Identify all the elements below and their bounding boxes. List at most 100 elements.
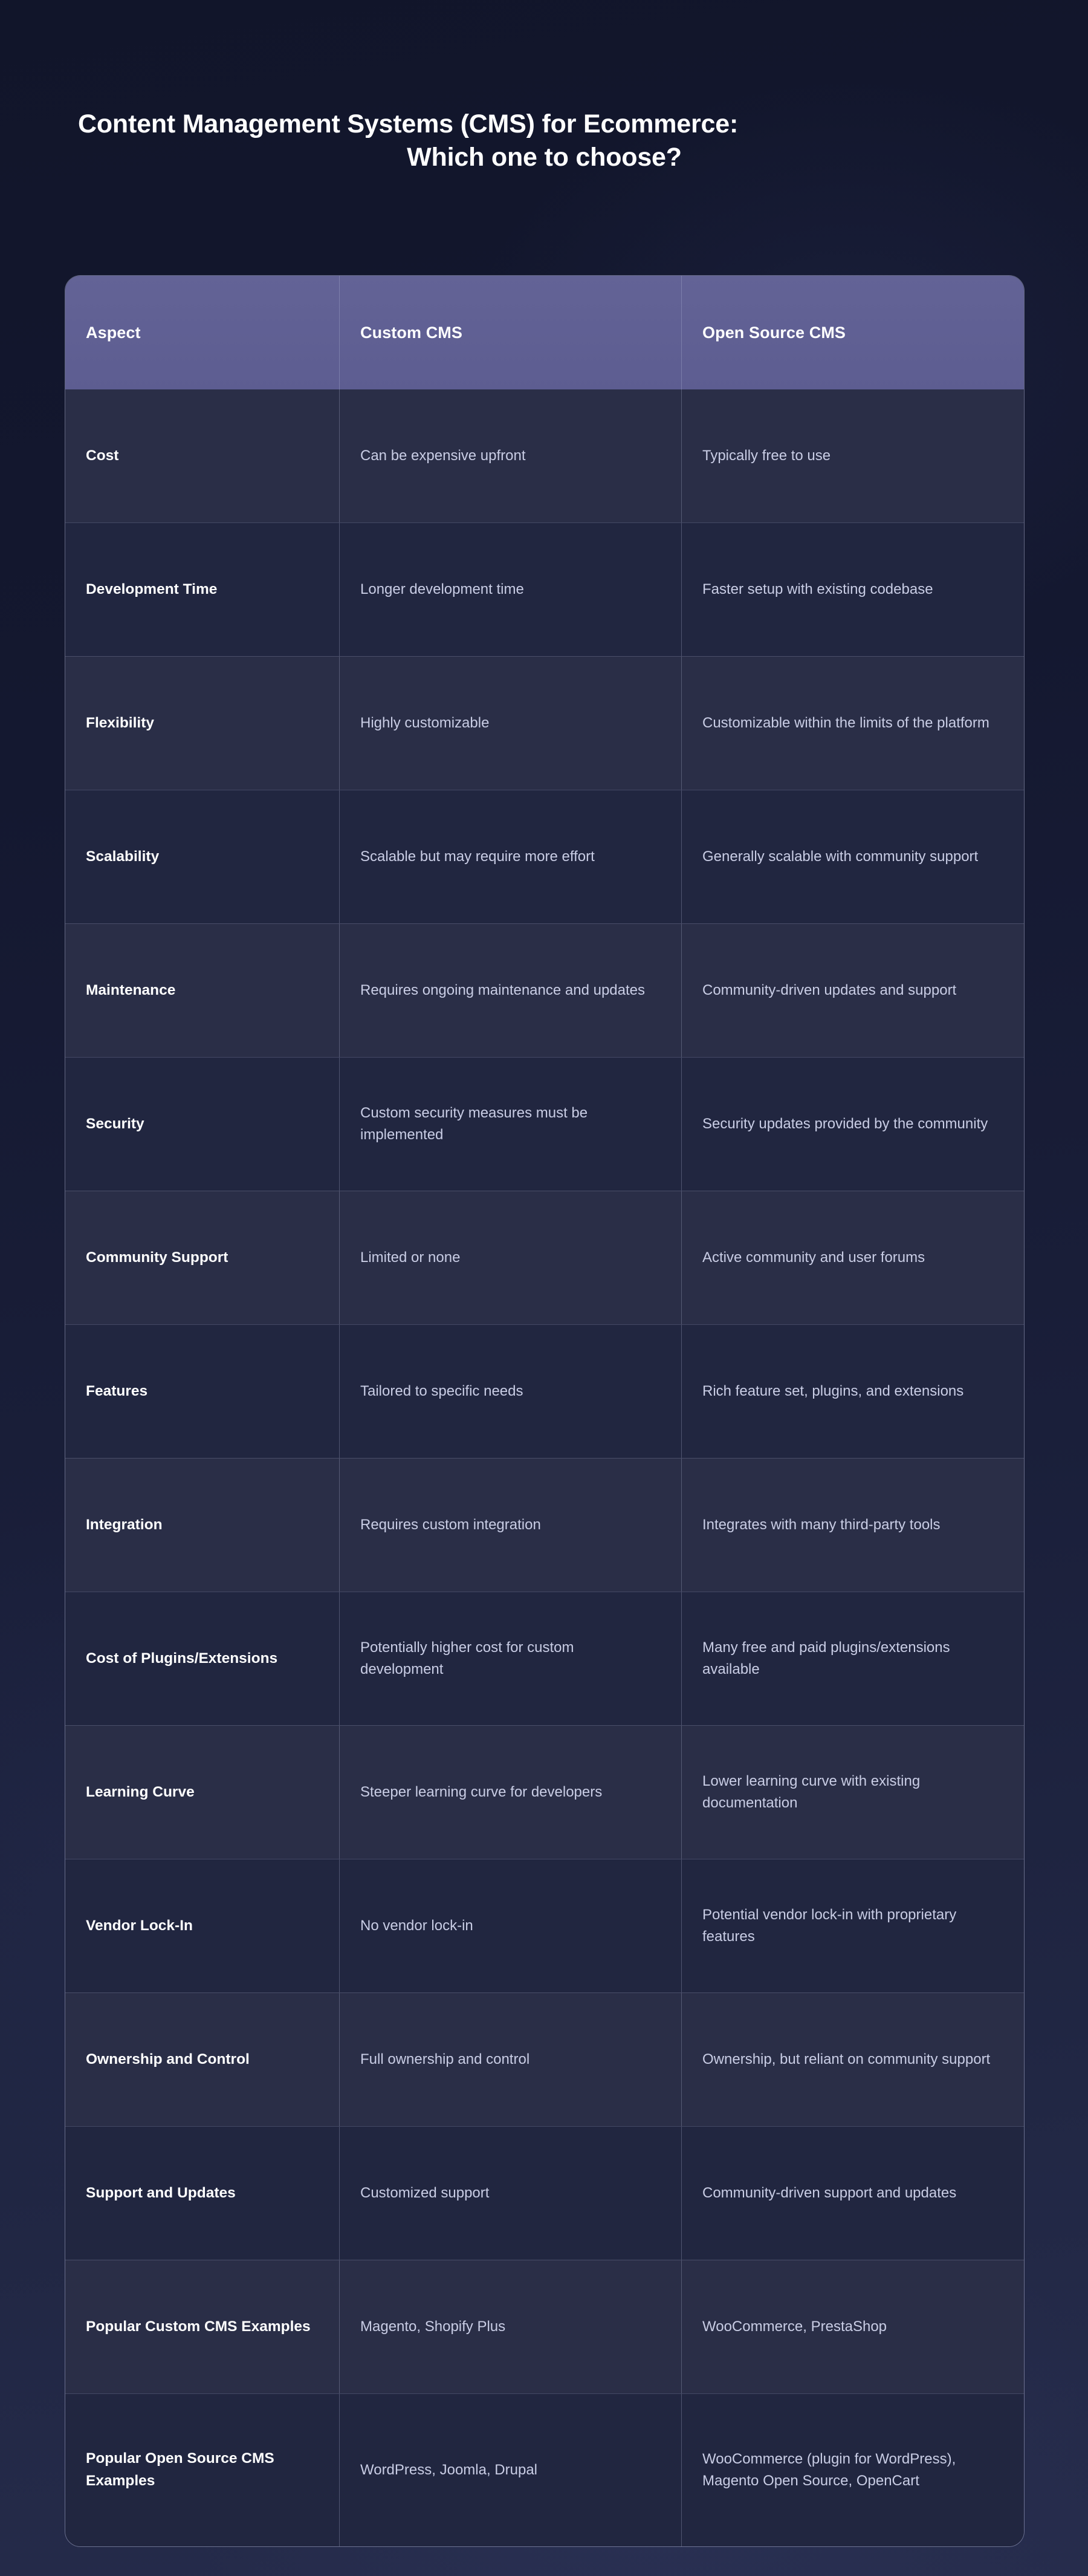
table-cell-open-source-cms-value: Typically free to use — [702, 447, 831, 464]
table-row: Integration Requires custom integration In… — [65, 1458, 1024, 1592]
table-cell-open-source-cms: Integrates with many third-party tools — [681, 1459, 1024, 1592]
table-cell-custom-cms: Requires ongoing maintenance and updates — [339, 924, 681, 1057]
table-cell-aspect-label: Ownership and Control — [86, 2051, 250, 2067]
table-cell-custom-cms-value: Highly customizable — [360, 714, 490, 731]
table-cell-aspect: Integration — [65, 1459, 339, 1592]
table-cell-aspect: Support and Updates — [65, 2127, 339, 2260]
table-cell-custom-cms: Steeper learning curve for developers — [339, 1726, 681, 1859]
table-cell-custom-cms: Scalable but may require more effort — [339, 790, 681, 923]
table-row: Maintenance Requires ongoing maintenance … — [65, 923, 1024, 1057]
table-cell-custom-cms-value: Customized support — [360, 2184, 490, 2201]
table-cell-aspect: Cost — [65, 389, 339, 522]
table-cell-custom-cms-value: No vendor lock-in — [360, 1917, 473, 1934]
column-header-open-source-cms-label: Open Source CMS — [702, 323, 846, 342]
table-row: Security Custom security measures must be… — [65, 1057, 1024, 1191]
table-cell-open-source-cms: Rich feature set, plugins, and extension… — [681, 1325, 1024, 1458]
table-cell-open-source-cms-value: Lower learning curve with existing docum… — [702, 1772, 921, 1811]
comparison-table: Aspect Custom CMS Open Source CMS Cost Ca… — [65, 275, 1025, 2547]
table-cell-aspect-label: Popular Custom CMS Examples — [86, 2318, 311, 2335]
table-cell-custom-cms: Potentially higher cost for custom devel… — [339, 1592, 681, 1725]
table-cell-open-source-cms: Ownership, but reliant on community supp… — [681, 1993, 1024, 2126]
table-cell-open-source-cms: Lower learning curve with existing docum… — [681, 1726, 1024, 1859]
table-cell-open-source-cms-value: Community-driven updates and support — [702, 981, 957, 998]
table-cell-custom-cms-value: Steeper learning curve for developers — [360, 1783, 603, 1800]
table-row: Features Tailored to specific needs Rich f… — [65, 1324, 1024, 1458]
table-cell-open-source-cms: WooCommerce, PrestaShop — [681, 2260, 1024, 2393]
table-cell-custom-cms: Full ownership and control — [339, 1993, 681, 2126]
table-cell-aspect-label: Flexibility — [86, 714, 155, 731]
table-cell-aspect-label: Cost of Plugins/Extensions — [86, 1650, 278, 1667]
table-cell-open-source-cms: Security updates provided by the communi… — [681, 1058, 1024, 1191]
table-cell-aspect-label: Maintenance — [86, 981, 176, 998]
table-cell-custom-cms-value: Custom security measures must be impleme… — [360, 1104, 588, 1143]
table-cell-open-source-cms: Potential vendor lock-in with proprietar… — [681, 1859, 1024, 1992]
table-cell-custom-cms: Tailored to specific needs — [339, 1325, 681, 1458]
table-header-cell-open-source-cms: Open Source CMS — [681, 276, 1024, 389]
table-cell-open-source-cms: Faster setup with existing codebase — [681, 523, 1024, 656]
table-cell-custom-cms: Can be expensive upfront — [339, 389, 681, 522]
table-cell-open-source-cms: Active community and user forums — [681, 1191, 1024, 1324]
table-cell-custom-cms-value: Requires custom integration — [360, 1516, 541, 1533]
table-row: Popular Custom CMS Examples Magento, Shop… — [65, 2260, 1024, 2393]
table-cell-custom-cms: Custom security measures must be impleme… — [339, 1058, 681, 1191]
table-header-row: Aspect Custom CMS Open Source CMS — [65, 276, 1024, 389]
page-title-line-1: Content Management Systems (CMS) for Eco… — [78, 109, 739, 138]
table-cell-aspect-label: Cost — [86, 447, 119, 464]
table-row: Support and Updates Customized support Com… — [65, 2126, 1024, 2260]
table-cell-custom-cms: Highly customizable — [339, 657, 681, 790]
table-cell-aspect: Popular Open Source CMS Examples — [65, 2394, 339, 2546]
table-cell-open-source-cms-value: Security updates provided by the communi… — [702, 1115, 988, 1132]
table-cell-custom-cms-value: Scalable but may require more effort — [360, 848, 595, 865]
table-cell-custom-cms: Requires custom integration — [339, 1459, 681, 1592]
table-cell-custom-cms-value: Requires ongoing maintenance and updates — [360, 981, 646, 998]
table-cell-aspect-label: Support and Updates — [86, 2184, 236, 2201]
table-cell-aspect: Maintenance — [65, 924, 339, 1057]
table-cell-custom-cms-value: Tailored to specific needs — [360, 1382, 523, 1399]
table-cell-custom-cms-value: Longer development time — [360, 581, 524, 597]
table-cell-aspect-label: Learning Curve — [86, 1783, 195, 1800]
table-cell-custom-cms: Customized support — [339, 2127, 681, 2260]
table-cell-open-source-cms-value: Rich feature set, plugins, and extension… — [702, 1382, 964, 1399]
table-cell-aspect: Popular Custom CMS Examples — [65, 2260, 339, 2393]
table-row: Learning Curve Steeper learning curve for… — [65, 1725, 1024, 1859]
table-cell-open-source-cms-value: WooCommerce (plugin for WordPress), Mage… — [702, 2450, 956, 2489]
table-cell-open-source-cms-value: WooCommerce, PrestaShop — [702, 2318, 887, 2335]
table-cell-aspect-label: Integration — [86, 1516, 163, 1533]
table-cell-aspect-label: Features — [86, 1382, 148, 1399]
table-cell-aspect: Learning Curve — [65, 1726, 339, 1859]
table-cell-open-source-cms: Community-driven support and updates — [681, 2127, 1024, 2260]
table-row: Community Support Limited or none Active c… — [65, 1191, 1024, 1324]
column-header-aspect-label: Aspect — [86, 323, 141, 342]
table-cell-aspect: Flexibility — [65, 657, 339, 790]
table-cell-open-source-cms-value: Active community and user forums — [702, 1249, 925, 1266]
table-cell-aspect-label: Vendor Lock-In — [86, 1917, 193, 1934]
table-cell-custom-cms: Limited or none — [339, 1191, 681, 1324]
table-cell-open-source-cms: Typically free to use — [681, 389, 1024, 522]
table-cell-aspect: Security — [65, 1058, 339, 1191]
table-cell-aspect: Ownership and Control — [65, 1993, 339, 2126]
table-cell-custom-cms: Longer development time — [339, 523, 681, 656]
table-cell-aspect: Community Support — [65, 1191, 339, 1324]
table-cell-open-source-cms-value: Integrates with many third-party tools — [702, 1516, 941, 1533]
column-header-custom-cms-label: Custom CMS — [360, 323, 462, 342]
table-cell-open-source-cms-value: Community-driven support and updates — [702, 2184, 957, 2201]
table-cell-custom-cms-value: Limited or none — [360, 1249, 461, 1266]
table-row: Ownership and Control Full ownership and … — [65, 1992, 1024, 2126]
table-cell-aspect-label: Community Support — [86, 1249, 228, 1266]
page-title-line-2: Which one to choose? — [407, 143, 682, 172]
table-row: Scalability Scalable but may require more… — [65, 790, 1024, 923]
table-cell-aspect-label: Popular Open Source CMS Examples — [86, 2450, 274, 2489]
table-cell-custom-cms: No vendor lock-in — [339, 1859, 681, 1992]
table-cell-custom-cms-value: Magento, Shopify Plus — [360, 2318, 506, 2335]
table-cell-aspect: Scalability — [65, 790, 339, 923]
table-cell-open-source-cms-value: Customizable within the limits of the pl… — [702, 714, 989, 731]
table-cell-custom-cms-value: Potentially higher cost for custom devel… — [360, 1639, 574, 1677]
table-cell-open-source-cms: Customizable within the limits of the pl… — [681, 657, 1024, 790]
table-cell-open-source-cms-value: Generally scalable with community suppor… — [702, 848, 979, 865]
table-cell-aspect: Cost of Plugins/Extensions — [65, 1592, 339, 1725]
page-root: Content Management Systems (CMS) for Eco… — [0, 0, 1088, 2576]
table-row: Cost of Plugins/Extensions Potentially hi… — [65, 1592, 1024, 1725]
table-cell-open-source-cms-value: Ownership, but reliant on community supp… — [702, 2051, 991, 2067]
table-cell-aspect: Vendor Lock-In — [65, 1859, 339, 1992]
table-header-cell-custom-cms: Custom CMS — [339, 276, 681, 389]
